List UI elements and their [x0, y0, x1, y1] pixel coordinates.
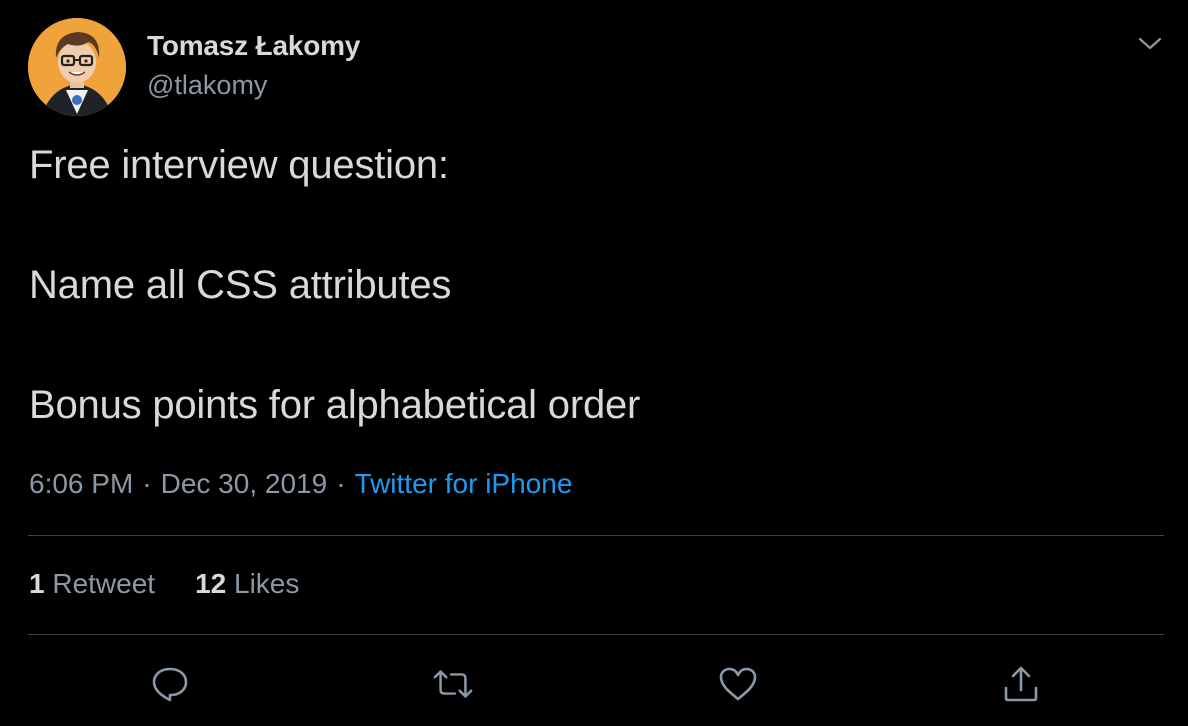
tweet-date[interactable]: Dec 30, 2019 [161, 468, 328, 499]
separator: · [336, 468, 346, 499]
likes-label: Likes [234, 568, 300, 599]
tweet-source-link[interactable]: Twitter for iPhone [355, 468, 573, 499]
divider [28, 535, 1164, 536]
tweet-text-line: Name all CSS attributes [29, 263, 452, 307]
avatar-illustration [28, 18, 126, 116]
retweets-count: 1 [29, 568, 45, 599]
retweet-icon [433, 670, 473, 698]
like-button[interactable] [716, 662, 760, 706]
avatar[interactable] [28, 18, 126, 116]
tweet-text-line: Bonus points for alphabetical order [29, 383, 641, 427]
chevron-down-icon [1138, 37, 1162, 50]
more-options-button[interactable] [1132, 28, 1168, 60]
reply-button[interactable] [148, 662, 192, 706]
likes-count: 12 [195, 568, 227, 599]
divider [28, 634, 1164, 635]
retweets-stat[interactable]: 1 Retweet [29, 568, 155, 599]
likes-stat[interactable]: 12 Likes [195, 568, 299, 599]
tweet-metadata: 6:06 PM · Dec 30, 2019 · Twitter for iPhone [29, 468, 572, 500]
author-display-name[interactable]: Tomasz Łakomy [147, 30, 360, 62]
tweet-time[interactable]: 6:06 PM [29, 468, 133, 499]
retweets-label: Retweet [52, 568, 156, 599]
tweet-stats: 1 Retweet 12 Likes [29, 568, 299, 600]
author-handle[interactable]: @tlakomy [147, 70, 267, 101]
heart-icon [719, 667, 757, 701]
tweet: Tomasz Łakomy @tlakomy Free interview qu… [0, 0, 1188, 726]
share-button[interactable] [999, 662, 1043, 706]
retweet-button[interactable] [431, 662, 475, 706]
separator: · [142, 468, 152, 499]
share-icon [1004, 666, 1038, 702]
reply-icon [152, 667, 188, 702]
tweet-text-line: Free interview question: [29, 143, 449, 187]
